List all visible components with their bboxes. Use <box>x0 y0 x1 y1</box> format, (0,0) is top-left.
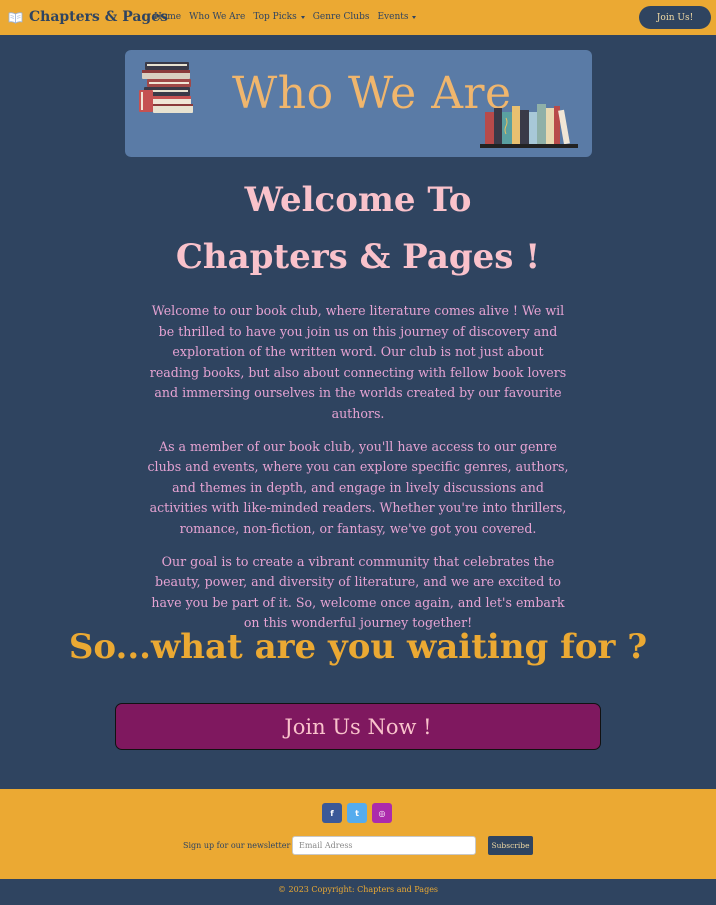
nav-link-label: Top Picks <box>253 12 297 22</box>
nav-link-who-we-are[interactable]: Who We Are <box>189 12 245 22</box>
intro-paragraph: As a member of our book club, you'll hav… <box>147 438 569 536</box>
cta-heading: So...what are you waiting for ? <box>68 627 648 667</box>
caret-down-icon <box>412 15 417 19</box>
navbar: Chapters & Pages Home Who We Are Top Pic… <box>0 0 716 35</box>
open-book-icon <box>8 11 23 24</box>
intro-paragraph: Welcome to our book club, where literatu… <box>149 303 567 421</box>
nav-link-label: Events <box>377 12 409 22</box>
social-links: f t ◎ <box>322 803 397 823</box>
brand[interactable]: Chapters & Pages <box>8 9 168 25</box>
facebook-icon[interactable]: f <box>322 803 342 823</box>
welcome-heading: Welcome To Chapters & Pages ! <box>0 172 716 286</box>
nav-dropdown-top-picks[interactable]: Top Picks <box>253 12 305 22</box>
nav-links: Home Who We Are Top Picks Genre Clubs Ev… <box>154 12 424 22</box>
brand-name: Chapters & Pages <box>29 9 169 25</box>
nav-link-home[interactable]: Home <box>154 12 181 22</box>
intro-text: Welcome to our book club, where literatu… <box>146 301 570 646</box>
welcome-line-2: Chapters & Pages ! <box>175 237 541 277</box>
subscribe-button[interactable]: Subscribe <box>488 836 533 855</box>
footer: f t ◎ Sign up for our newsletter : Subsc… <box>0 789 716 879</box>
twitter-icon[interactable]: t <box>347 803 367 823</box>
copyright-text: © 2023 Copyright: Chapters and Pages <box>277 885 439 894</box>
instagram-icon[interactable]: ◎ <box>372 803 392 823</box>
nav-link-genre-clubs[interactable]: Genre Clubs <box>313 12 370 22</box>
nav-link-label: Genre Clubs <box>312 12 370 22</box>
nav-dropdown-events[interactable]: Events <box>377 12 417 22</box>
join-us-button[interactable]: Join Us! <box>639 6 711 29</box>
nav-link-label: Who We Are <box>189 12 246 22</box>
email-field[interactable] <box>292 836 476 855</box>
welcome-line-1: Welcome To <box>244 180 472 220</box>
book-stack-illustration <box>139 62 193 113</box>
newsletter-label: Sign up for our newsletter : <box>183 841 296 850</box>
caret-down-icon <box>300 15 305 19</box>
banner-title: Who We Are <box>232 68 512 119</box>
intro-paragraph: Our goal is to create a vibrant communit… <box>151 553 565 631</box>
nav-link-label: Home <box>154 12 182 22</box>
bookshelf-illustration <box>480 104 578 148</box>
hero-banner: Who We Are <box>125 50 592 157</box>
join-us-now-button[interactable]: Join Us Now ! <box>115 703 601 750</box>
